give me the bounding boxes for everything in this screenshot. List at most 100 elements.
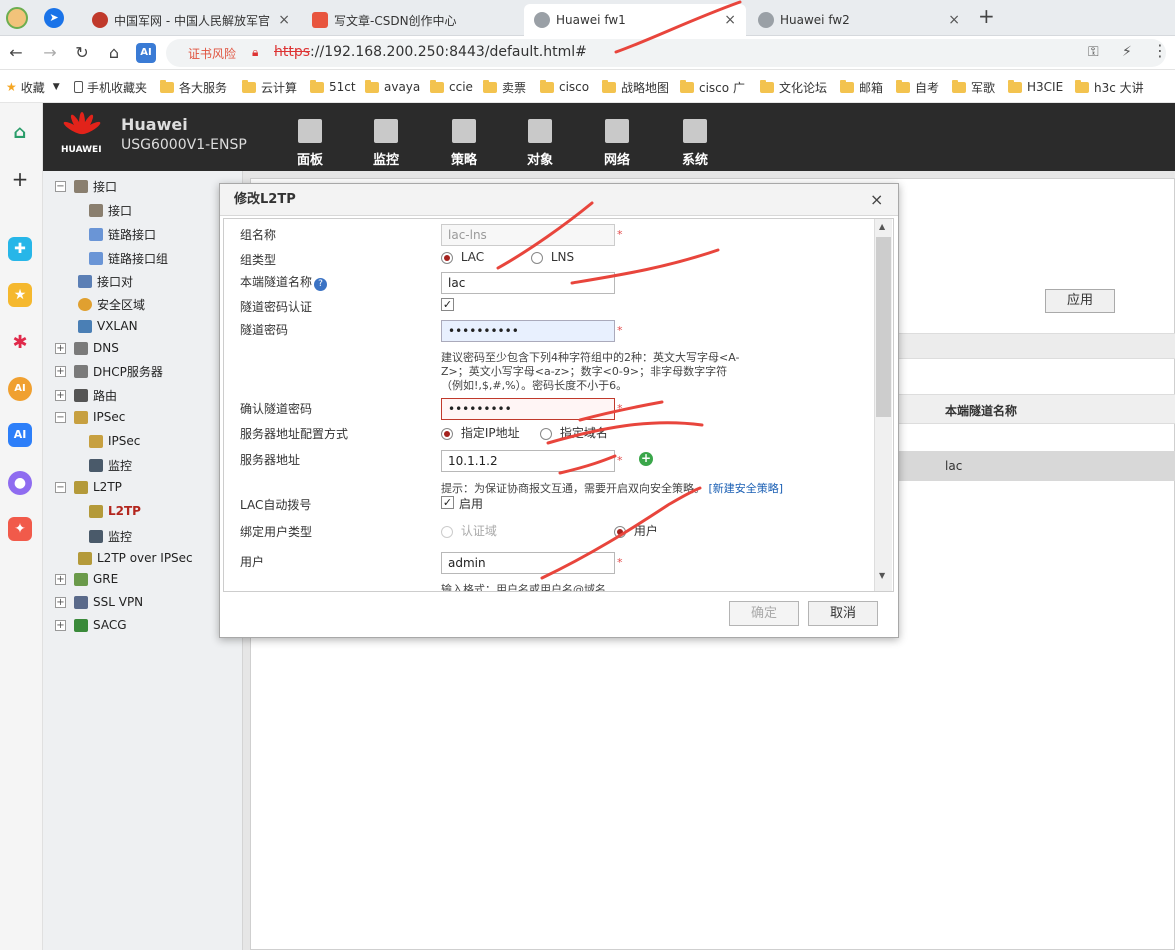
group-name-input[interactable]: lac-lns xyxy=(441,224,615,246)
insecure-lock-icon[interactable]: 🔒︎ xyxy=(252,45,258,60)
browser-tab-4[interactable]: Huawei fw2 × xyxy=(748,4,970,36)
apply-button[interactable]: 应用 xyxy=(1045,289,1115,313)
tree-item-security-zone[interactable]: 安全区域 xyxy=(78,294,145,314)
radio-lns[interactable]: LNS xyxy=(531,250,574,264)
menu-policy[interactable]: 策略 xyxy=(439,117,489,168)
bookmark-item[interactable]: 手机收藏夹 xyxy=(74,78,147,96)
ok-button[interactable]: 确定 xyxy=(729,601,799,626)
ai-assistant-icon[interactable]: AI xyxy=(8,423,32,447)
collapse-icon[interactable]: − xyxy=(55,411,66,423)
tree-item-ipsec[interactable]: − IPSec xyxy=(55,407,125,427)
bookmark-item[interactable]: cisco xyxy=(540,78,589,96)
browser-tab-3-active[interactable]: Huawei fw1 × xyxy=(524,4,746,36)
plus-app-icon[interactable]: ✚ xyxy=(8,237,32,261)
menu-dashboard[interactable]: 面板 xyxy=(285,117,335,168)
form-scrollbar[interactable]: ▲ ▼ xyxy=(874,219,892,591)
expand-icon[interactable]: + xyxy=(55,365,66,377)
expand-icon[interactable]: + xyxy=(55,596,66,608)
browser-tab-1[interactable]: 中国军网 - 中国人民解放军官 × xyxy=(82,4,300,36)
tunnel-auth-checkbox[interactable]: ✓ xyxy=(441,298,454,311)
menu-monitor[interactable]: 监控 xyxy=(361,117,411,168)
expand-icon[interactable]: + xyxy=(55,573,66,585)
home-icon[interactable]: ⌂ xyxy=(104,43,124,63)
bookmark-item[interactable]: H3CIE xyxy=(1008,78,1063,96)
tree-item-l2tp-monitor[interactable]: 监控 xyxy=(89,526,132,546)
radio-specify-domain[interactable]: 指定域名 xyxy=(540,424,608,441)
bookmark-item[interactable]: 云计算 xyxy=(242,78,297,96)
radio-auth-domain[interactable]: 认证域 xyxy=(441,522,497,539)
chat-app-icon[interactable]: ● xyxy=(8,471,32,495)
bookmark-item[interactable]: 战略地图 xyxy=(602,78,669,96)
more-icon[interactable]: ⋮ xyxy=(1152,41,1168,60)
expand-icon[interactable]: + xyxy=(55,389,66,401)
ai-app-icon[interactable]: AI xyxy=(8,377,32,401)
menu-network[interactable]: 网络 xyxy=(592,117,642,168)
ai-assistant-icon[interactable]: AI xyxy=(136,43,156,63)
tree-item-ssl-vpn[interactable]: + SSL VPN xyxy=(55,592,143,612)
reload-icon[interactable]: ↻ xyxy=(72,43,92,63)
bookmark-item[interactable]: avaya xyxy=(365,78,420,96)
expand-icon[interactable]: + xyxy=(55,342,66,354)
tree-item-l2tp-sub-selected[interactable]: L2TP xyxy=(89,501,141,521)
browser-tab-2[interactable]: 写文章-CSDN创作中心 xyxy=(302,4,522,36)
cancel-button[interactable]: 取消 xyxy=(808,601,878,626)
tree-item-route[interactable]: + 路由 xyxy=(55,385,117,405)
scroll-thumb[interactable] xyxy=(876,237,891,417)
radio-specify-ip[interactable]: 指定IP地址 xyxy=(441,424,520,441)
tree-item-interface[interactable]: − 接口 xyxy=(55,176,117,196)
add-address-icon[interactable]: + xyxy=(639,452,653,466)
auto-dial-checkbox[interactable]: ✓ xyxy=(441,496,454,509)
close-icon[interactable]: × xyxy=(870,184,883,216)
menu-system[interactable]: 系统 xyxy=(670,117,720,168)
network-app-icon[interactable]: ✱ xyxy=(8,331,32,355)
radio-user[interactable]: 用户 xyxy=(614,522,658,539)
scroll-up-icon[interactable]: ▲ xyxy=(879,222,885,231)
local-tunnel-name-input[interactable]: lac xyxy=(441,272,615,294)
tree-item-link-interface[interactable]: 链路接口 xyxy=(89,224,156,244)
help-icon[interactable]: ? xyxy=(314,278,328,291)
star-app-icon[interactable]: ★ xyxy=(8,283,32,307)
tree-item-vxlan[interactable]: VXLAN xyxy=(78,316,138,336)
new-security-policy-link[interactable]: [新建安全策略] xyxy=(709,482,784,495)
tree-item-ipsec-sub[interactable]: IPSec xyxy=(89,431,140,451)
bookmarks-menu[interactable]: ★ 收藏 ▼ xyxy=(6,78,60,96)
collapse-icon[interactable]: − xyxy=(55,481,66,493)
user-input[interactable]: admin xyxy=(441,552,615,574)
expand-icon[interactable]: + xyxy=(55,619,66,631)
close-tab-icon[interactable]: × xyxy=(278,12,290,28)
game-app-icon[interactable]: ✦ xyxy=(8,517,32,541)
lightning-icon[interactable]: ⚡ xyxy=(1122,44,1132,60)
add-icon[interactable]: + xyxy=(8,167,32,191)
server-address-input[interactable]: 10.1.1.2 xyxy=(441,450,615,472)
bookmark-item[interactable]: 卖票 xyxy=(483,78,526,96)
url-field[interactable]: 证书风险 🔒︎ https://192.168.200.250:8443/def… xyxy=(166,39,1168,67)
bookmark-item[interactable]: ccie xyxy=(430,78,473,96)
scroll-down-icon[interactable]: ▼ xyxy=(879,571,885,580)
tree-item-gre[interactable]: + GRE xyxy=(55,569,118,589)
key-icon[interactable]: ⚿ xyxy=(1088,44,1099,60)
bookmark-item[interactable]: 军歌 xyxy=(952,78,995,96)
radio-lac[interactable]: LAC xyxy=(441,250,484,264)
close-tab-icon[interactable]: × xyxy=(948,12,960,28)
tree-item-interface-pair[interactable]: 接口对 xyxy=(78,271,133,291)
tree-item-dhcp[interactable]: + DHCP服务器 xyxy=(55,361,163,381)
new-tab-button[interactable]: + xyxy=(978,4,995,28)
tree-item-ipsec-monitor[interactable]: 监控 xyxy=(89,455,132,475)
tree-item-dns[interactable]: + DNS xyxy=(55,338,119,358)
bookmark-item[interactable]: 51ct xyxy=(310,78,356,96)
bookmark-item[interactable]: 自考 xyxy=(896,78,939,96)
bookmark-item[interactable]: 邮箱 xyxy=(840,78,883,96)
menu-object[interactable]: 对象 xyxy=(515,117,565,168)
forward-icon[interactable]: → xyxy=(40,43,60,63)
bookmark-item[interactable]: 文化论坛 xyxy=(760,78,827,96)
back-icon[interactable]: ← xyxy=(6,43,26,63)
tree-item-l2tp[interactable]: − L2TP xyxy=(55,477,122,497)
tunnel-password-input[interactable]: •••••••••• xyxy=(441,320,615,342)
collapse-icon[interactable]: − xyxy=(55,180,66,192)
tree-item-link-interface-group[interactable]: 链路接口组 xyxy=(89,248,168,268)
cert-warning-label[interactable]: 证书风险 xyxy=(188,45,236,62)
bookmark-item[interactable]: 各大服务 xyxy=(160,78,227,96)
close-tab-icon[interactable]: × xyxy=(724,12,736,28)
tree-item-sacg[interactable]: + SACG xyxy=(55,615,127,635)
tree-item-interface-sub[interactable]: 接口 xyxy=(89,200,132,220)
